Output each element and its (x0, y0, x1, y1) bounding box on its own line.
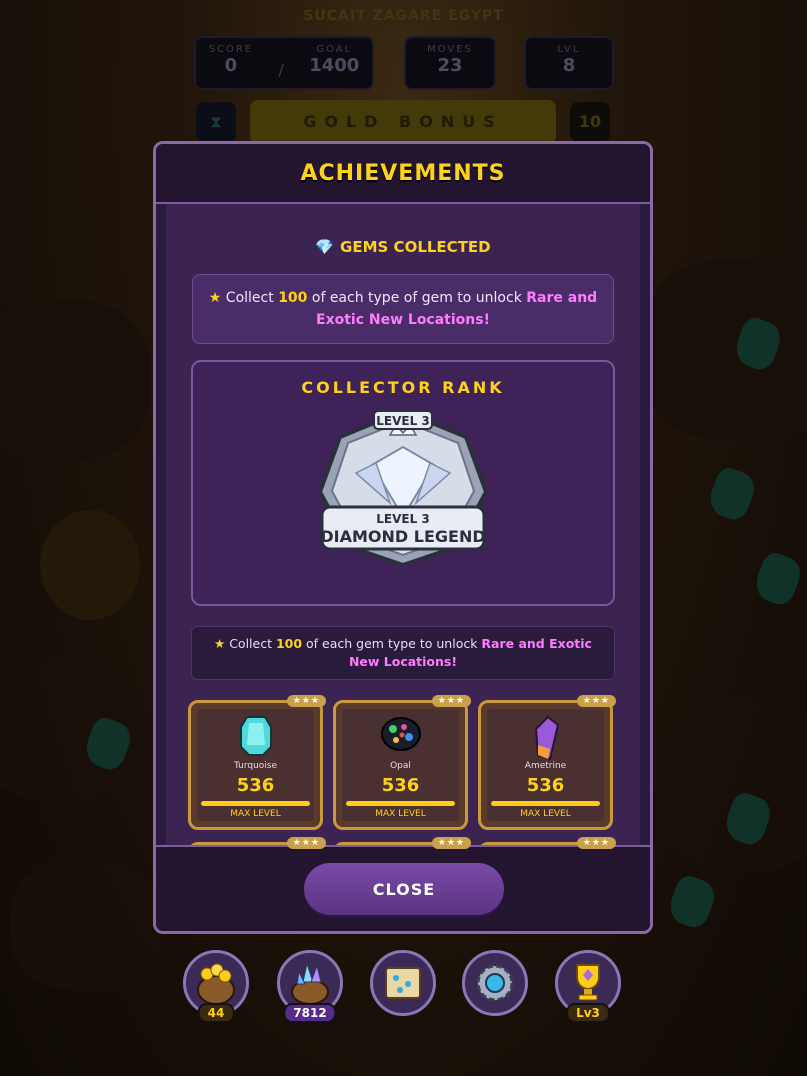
progress-fill (201, 801, 310, 806)
gem-status: MAX LEVEL (520, 809, 571, 819)
info-top-prefix: Collect (221, 290, 279, 306)
turquoise-gem-icon (239, 716, 272, 756)
unlock-info-bottom: ★ Collect 100 of each gem type to unlock… (191, 626, 615, 680)
unlock-info-top: ★ Collect 100 of each type of gem to unl… (192, 274, 614, 344)
gem-bag-icon (291, 962, 329, 1005)
diamond-legend-badge: LEVEL 3 LEVEL 3 DIAMOND LEGEND (317, 408, 489, 568)
info-top-middle: of each type of gem to unlock (307, 290, 527, 306)
gem-progress-bar (201, 801, 310, 806)
gem-name: Ametrine (524, 761, 567, 771)
gem-bag-button[interactable]: 7812 (277, 950, 343, 1023)
modal-body[interactable]: 💎 GEMS COLLECTED ★ Collect 100 of each ty… (166, 204, 640, 850)
gem-grid: ★★★ Turquoise 536 MAX LEVEL ★★★ Opal 536… (188, 695, 640, 850)
gem-count: 536 (381, 775, 420, 796)
star-rating: ★★★ (431, 837, 471, 849)
gold-count: 44 (197, 1003, 235, 1023)
gem-progress-bar (346, 801, 455, 806)
star-rating: ★★★ (576, 695, 616, 707)
progress-fill (491, 801, 600, 806)
gems-count: 7812 (283, 1003, 337, 1023)
achievements-modal: ACHIEVEMENTS 💎 GEMS COLLECTED ★ Collect 1… (153, 141, 653, 934)
trophy-button[interactable]: Lv3 (555, 950, 621, 1023)
trophy-icon (576, 964, 600, 1001)
ametrine-gem-icon (534, 715, 559, 761)
gem-card-turquoise[interactable]: ★★★ Turquoise 536 MAX LEVEL (188, 695, 326, 830)
section-title-text: GEMS COLLECTED (340, 238, 491, 256)
gem-count: 536 (236, 775, 275, 796)
gem-status: MAX LEVEL (375, 809, 426, 819)
map-scroll-icon (385, 967, 421, 999)
map-button[interactable] (370, 950, 436, 1016)
opal-gem-icon (380, 717, 421, 751)
close-button[interactable]: CLOSE (304, 863, 504, 915)
info-bottom-middle: of each gem type to unlock (302, 636, 482, 651)
star-rating: ★★★ (576, 837, 616, 849)
collector-rank-title: COLLECTOR RANK (301, 378, 505, 397)
gear-icon (476, 964, 514, 1002)
gem-card-ametrine[interactable]: ★★★ Ametrine 536 MAX LEVEL (478, 695, 616, 830)
info-top-count: 100 (278, 290, 308, 306)
badge-level-top: LEVEL 3 (376, 414, 430, 428)
info-bottom-prefix: Collect (225, 636, 276, 651)
badge-level-bottom: LEVEL 3 (376, 512, 430, 526)
settings-button[interactable] (462, 950, 528, 1016)
info-bottom-count: 100 (275, 636, 303, 651)
modal-header: ACHIEVEMENTS (156, 144, 650, 204)
gold-bag-icon (197, 963, 235, 1005)
star-rating: ★★★ (286, 695, 326, 707)
badge-name: DIAMOND LEGEND (320, 527, 485, 546)
gems-collected-title: 💎 GEMS COLLECTED (166, 238, 640, 256)
gem-status: MAX LEVEL (230, 809, 281, 819)
gem-count: 536 (526, 775, 565, 796)
star-icon: ★ (214, 636, 226, 651)
gem-progress-bar (491, 801, 600, 806)
gem-name: Turquoise (233, 761, 278, 771)
gem-name: Opal (390, 761, 411, 771)
gold-bag-button[interactable]: 44 (183, 950, 249, 1023)
modal-title: ACHIEVEMENTS (300, 160, 506, 186)
star-icon: ★ (208, 290, 222, 306)
collector-rank-panel: COLLECTOR RANK LEVEL 3 LEVEL 3 DIAMOND L… (191, 360, 615, 606)
gem-card-opal[interactable]: ★★★ Opal 536 MAX LEVEL (333, 695, 471, 830)
modal-footer: CLOSE (156, 845, 650, 931)
diamond-icon: 💎 (315, 238, 335, 256)
trophy-level: Lv3 (566, 1003, 610, 1023)
progress-fill (346, 801, 455, 806)
star-rating: ★★★ (431, 695, 471, 707)
star-rating: ★★★ (286, 837, 326, 849)
